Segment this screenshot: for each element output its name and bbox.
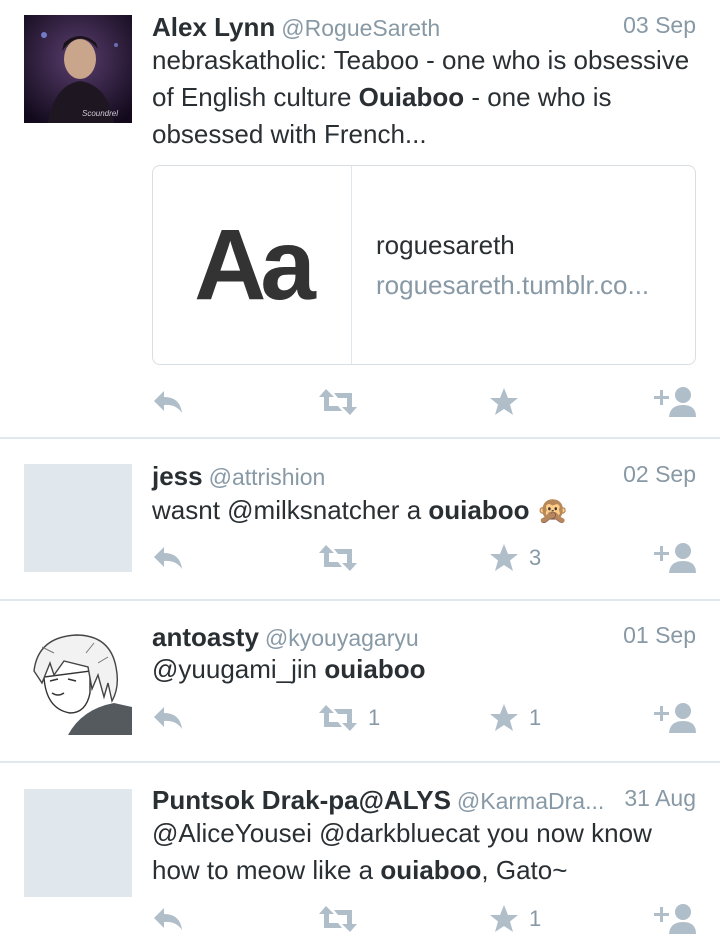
avatar[interactable]: Scoundrel [24, 15, 132, 123]
tweet-text: @yuugami_jin ouiaboo [152, 651, 700, 688]
tweet-text: @AliceYousei @darkbluecat you now know h… [152, 815, 700, 889]
text-segment: @yuugami_jin [152, 654, 325, 684]
tweet-item[interactable]: antoasty @kyouyagaryu 01 Sep @yuugami_jin… [0, 601, 720, 761]
star-icon [490, 544, 518, 571]
text-segment: , Gato~ [481, 855, 568, 885]
follow-icon [654, 904, 696, 934]
follow-button[interactable] [654, 899, 696, 939]
retweet-count: 1 [368, 705, 381, 730]
follow-icon [654, 703, 696, 733]
favorite-button[interactable] [489, 382, 529, 422]
retweet-icon [319, 545, 357, 571]
avatar-image: Scoundrel [24, 15, 132, 123]
reply-button[interactable] [152, 382, 184, 422]
reply-button[interactable] [152, 698, 184, 738]
card-url[interactable]: roguesareth.tumblr.co... [376, 270, 649, 301]
favorite-count: 1 [529, 705, 542, 730]
follow-icon [654, 543, 696, 573]
user-handle[interactable]: @RogueSareth [281, 15, 440, 41]
card-thumbnail: Aa [153, 166, 352, 364]
retweet-button[interactable] [318, 382, 368, 422]
svg-text:Scoundrel: Scoundrel [82, 109, 118, 118]
retweet-icon [319, 705, 357, 731]
favorite-count: 3 [529, 545, 542, 570]
text-segment [529, 495, 536, 525]
user-handle[interactable]: @attrishion [209, 464, 326, 490]
user-name[interactable]: antoasty [152, 622, 259, 652]
highlight-word: Ouiaboo [358, 82, 465, 112]
tweet-item[interactable]: Puntsok Drak-pa@ALYS @KarmaDra... 31 Aug … [0, 763, 720, 949]
action-bar [0, 382, 720, 422]
tweet-item[interactable]: Scoundrel Alex Lynn @RogueSareth 03 Sep n… [0, 0, 720, 437]
star-icon [490, 905, 518, 932]
avatar-placeholder[interactable] [24, 789, 132, 897]
card-title[interactable]: roguesareth [376, 230, 515, 261]
tweet-date: 01 Sep [615, 622, 696, 649]
user-name[interactable]: jess [152, 461, 203, 491]
action-bar: 1 [0, 899, 720, 939]
favorite-button[interactable]: 3 [489, 538, 541, 578]
user-handle[interactable]: @kyouyagaryu [265, 625, 419, 651]
tweet-text: nebraskatholic: Teaboo - one who is obse… [152, 42, 700, 153]
retweet-icon [319, 389, 357, 415]
highlight-word: ouiaboo [380, 855, 482, 885]
reply-button[interactable] [152, 899, 184, 939]
star-icon [490, 388, 518, 415]
reply-icon [154, 547, 182, 569]
retweet-button[interactable] [318, 899, 368, 939]
reply-icon [154, 707, 182, 729]
star-icon [490, 704, 518, 731]
user-handle[interactable]: @KarmaDra... [457, 788, 604, 814]
tweet-item[interactable]: jess @attrishion 02 Sep wasnt @milksnatch… [0, 439, 720, 599]
retweet-button[interactable]: 1 [318, 698, 380, 738]
monkey-emoji: 🙊 [536, 495, 570, 525]
user-name[interactable]: Alex Lynn [152, 12, 275, 42]
action-bar: 1 1 [0, 698, 720, 738]
reply-icon [154, 391, 182, 413]
reply-button[interactable] [152, 538, 184, 578]
reply-icon [154, 908, 182, 930]
text-segment: wasnt @milksnatcher a [152, 495, 429, 525]
favorite-count: 1 [529, 906, 542, 931]
tweet-date: 31 Aug [616, 785, 696, 812]
favorite-button[interactable]: 1 [489, 698, 541, 738]
follow-button[interactable] [654, 538, 696, 578]
highlight-word: ouiaboo [428, 495, 530, 525]
favorite-button[interactable]: 1 [489, 899, 541, 939]
tweet-text: wasnt @milksnatcher a ouiaboo 🙊 [152, 492, 700, 529]
follow-icon [654, 387, 696, 417]
tweet-date: 03 Sep [615, 12, 696, 39]
user-name[interactable]: Puntsok Drak-pa@ALYS [152, 785, 451, 815]
highlight-word: ouiaboo [324, 654, 426, 684]
action-bar: 3 [0, 538, 720, 578]
follow-button[interactable] [654, 698, 696, 738]
retweet-button[interactable] [318, 538, 368, 578]
tweet-date: 02 Sep [615, 461, 696, 488]
retweet-icon [319, 906, 357, 932]
follow-button[interactable] [654, 382, 696, 422]
card-thumb-text: Aa [194, 208, 316, 321]
link-card[interactable]: Aa roguesareth roguesareth.tumblr.co... [152, 165, 696, 365]
